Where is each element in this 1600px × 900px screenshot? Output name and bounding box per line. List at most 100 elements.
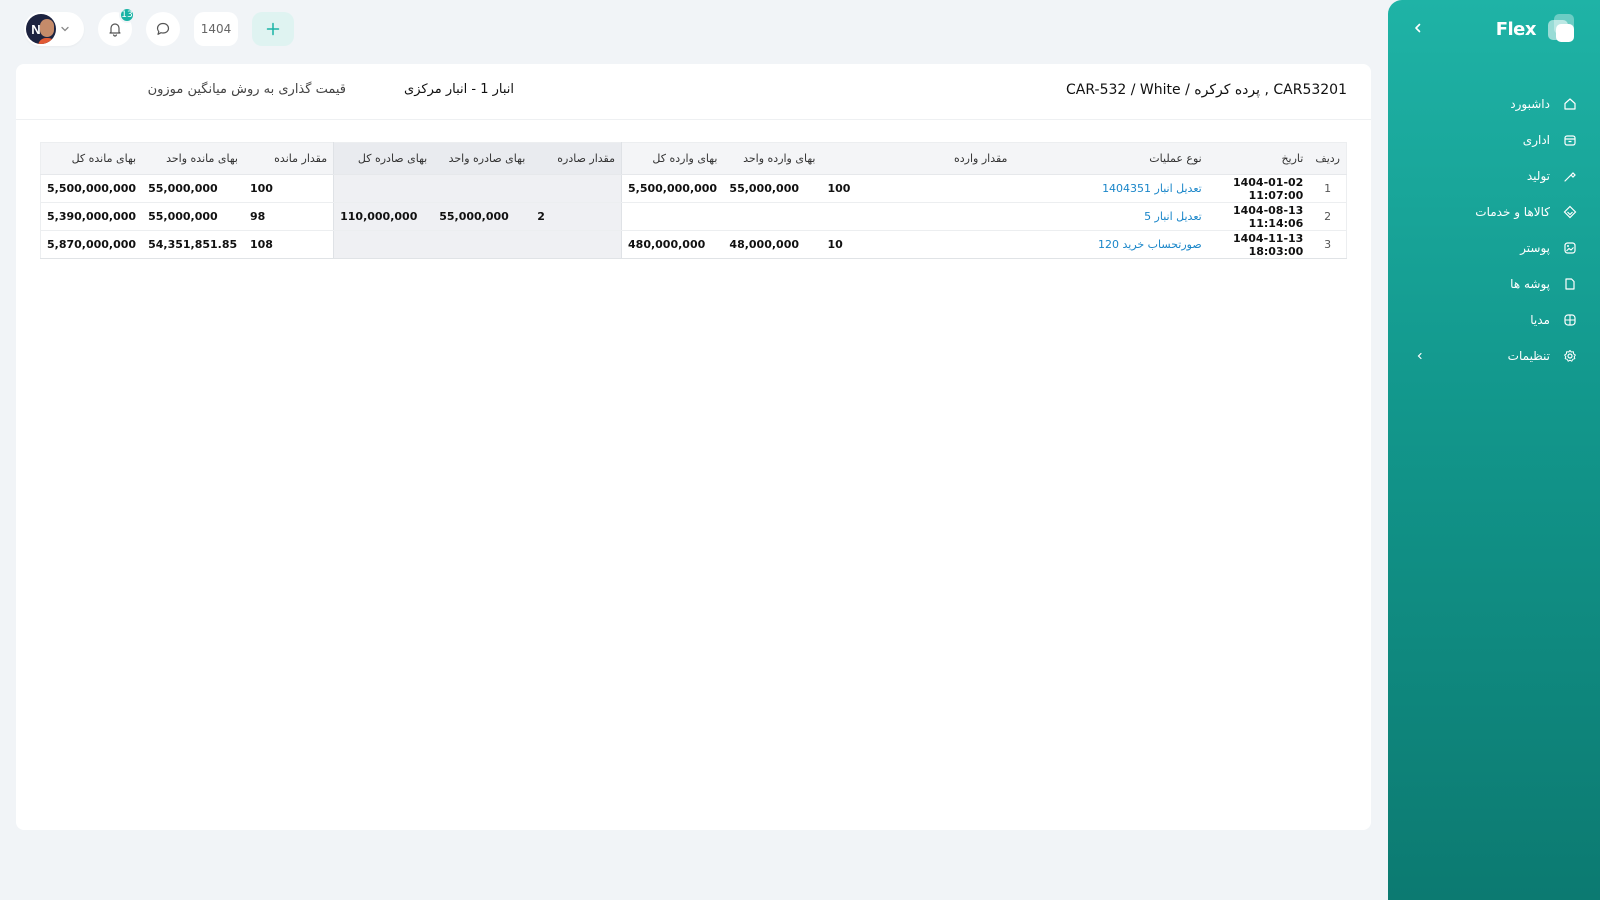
- cell-rem-qty: 100: [243, 174, 334, 203]
- cell-rem-qty: 108: [243, 230, 334, 259]
- column-header-rem-total: بهای مانده کل: [40, 142, 143, 175]
- cell-rem-total: 5,500,000,000: [40, 174, 143, 203]
- table-row: 1 1404-01-02 11:07:00 تعدیل انبار 140435…: [40, 174, 1347, 203]
- sidebar-item-label: تنظیمات: [1507, 349, 1550, 363]
- table-header-row: ردیف تاریخ نوع عملیات مقدار وارده بهای و…: [40, 142, 1347, 175]
- cell-out-qty: 2: [531, 202, 623, 231]
- sidebar-item-media[interactable]: مدیا: [1388, 302, 1600, 338]
- pricing-method-label: قیمت گذاری به روش میانگین موزون: [147, 82, 346, 97]
- folder-icon: [1562, 276, 1578, 292]
- table-row: 2 1404-08-13 11:14:06 تعدیل انبار 5 2 55…: [40, 202, 1347, 231]
- cell-date: 1404-11-13 18:03:00: [1207, 230, 1310, 259]
- cell-operation-link[interactable]: صورتحساب خرید 120: [1013, 230, 1208, 259]
- column-header-in-unit: بهای وارده واحد: [723, 142, 822, 175]
- cell-in-total: 5,500,000,000: [621, 174, 724, 203]
- main-card: CAR53201 , پرده کرکره / CAR-532 / White …: [16, 64, 1371, 830]
- cell-out-qty: [531, 174, 623, 203]
- chat-bubble-icon: [156, 22, 170, 35]
- cell-out-unit: 55,000,000: [433, 202, 532, 231]
- avatar: N: [26, 14, 56, 44]
- cell-in-qty: 10: [821, 230, 1014, 259]
- sidebar-collapse-button[interactable]: [1408, 18, 1428, 38]
- brand-name: Flex: [1495, 18, 1537, 40]
- image-icon: [1562, 240, 1578, 256]
- product-title: CAR53201 , پرده کرکره / CAR-532 / White: [1066, 82, 1347, 98]
- column-header-out-unit: بهای صادره واحد: [433, 142, 532, 175]
- cell-date: 1404-01-02 11:07:00: [1207, 174, 1310, 203]
- chat-button[interactable]: [146, 12, 180, 46]
- column-header-rem-qty: مقدار مانده: [243, 142, 334, 175]
- cell-rem-unit: 54,351,851.85: [142, 230, 244, 259]
- sidebar-item-settings[interactable]: تنظیمات: [1388, 338, 1600, 374]
- sidebar-item-label: مدیا: [1530, 313, 1550, 327]
- home-icon: [1562, 96, 1578, 112]
- sidebar-item-dashboard[interactable]: داشبورد: [1388, 86, 1600, 122]
- cell-index: 3: [1309, 230, 1347, 259]
- sidebar-item-label: داشبورد: [1510, 97, 1550, 111]
- cell-date: 1404-08-13 11:14:06: [1207, 202, 1310, 231]
- sidebar-item-label: پوستر: [1520, 241, 1550, 255]
- plus-icon: [266, 22, 280, 36]
- column-header-rem-unit: بهای مانده واحد: [142, 142, 244, 175]
- tools-icon: [1562, 168, 1578, 184]
- sidebar-item-administrative[interactable]: اداری: [1388, 122, 1600, 158]
- sidebar-item-label: پوشه ها: [1510, 277, 1550, 291]
- layers-icon: [1562, 204, 1578, 220]
- chevron-left-icon: [1414, 350, 1426, 362]
- cell-in-total: [621, 202, 724, 231]
- cell-rem-qty: 98: [243, 202, 334, 231]
- column-header-in-total: بهای وارده کل: [621, 142, 724, 175]
- cell-out-total: [333, 174, 434, 203]
- globe-icon: [1562, 312, 1578, 328]
- column-header-out-qty: مقدار صادره: [531, 142, 623, 175]
- column-header-in-qty: مقدار وارده: [821, 142, 1014, 175]
- inventory-ledger-table: ردیف تاریخ نوع عملیات مقدار وارده بهای و…: [40, 142, 1347, 259]
- column-header-date: تاریخ: [1207, 142, 1310, 175]
- cell-rem-total: 5,870,000,000: [40, 230, 143, 259]
- chevron-left-icon: [1415, 23, 1421, 33]
- cell-in-qty: 100: [821, 174, 1014, 203]
- cell-out-unit: [433, 230, 532, 259]
- sidebar-item-label: کالاها و خدمات: [1475, 205, 1550, 219]
- column-header-out-total: بهای صادره کل: [333, 142, 434, 175]
- chevron-down-icon: [61, 26, 69, 32]
- brand-logo: Flex: [1496, 14, 1576, 44]
- cell-in-unit: [723, 202, 822, 231]
- cell-in-total: 480,000,000: [621, 230, 724, 259]
- cell-index: 1: [1309, 174, 1347, 203]
- sidebar-item-production[interactable]: تولید: [1388, 158, 1600, 194]
- cell-rem-unit: 55,000,000: [142, 174, 244, 203]
- table-row: 3 1404-11-13 18:03:00 صورتحساب خرید 120 …: [40, 230, 1347, 259]
- sidebar-nav: داشبورد اداری تولید کالاها و خدمات پوستر: [1388, 86, 1600, 374]
- cell-rem-total: 5,390,000,000: [40, 202, 143, 231]
- sidebar-item-label: تولید: [1526, 169, 1550, 183]
- cell-out-total: [333, 230, 434, 259]
- notification-count-badge: 13: [119, 7, 135, 23]
- sidebar-item-folders[interactable]: پوشه ها: [1388, 266, 1600, 302]
- cell-out-unit: [433, 174, 532, 203]
- cell-index: 2: [1309, 202, 1347, 231]
- fiscal-year-selector[interactable]: 1404: [194, 12, 238, 46]
- cell-out-qty: [531, 230, 623, 259]
- column-header-operation: نوع عملیات: [1013, 142, 1208, 175]
- add-button[interactable]: [252, 12, 294, 46]
- gear-icon: [1562, 348, 1578, 364]
- sidebar: Flex داشبورد اداری تولید کالاها و خدمات …: [1388, 0, 1600, 900]
- brand-mark-icon: [1546, 14, 1576, 44]
- cell-in-qty: [821, 202, 1014, 231]
- user-menu-button[interactable]: N: [24, 12, 84, 46]
- cell-operation-link[interactable]: تعدیل انبار 1404351: [1013, 174, 1208, 203]
- cell-operation-link[interactable]: تعدیل انبار 5: [1013, 202, 1208, 231]
- cell-out-total: 110,000,000: [333, 202, 434, 231]
- sidebar-item-goods-services[interactable]: کالاها و خدمات: [1388, 194, 1600, 230]
- archive-box-icon: [1562, 132, 1578, 148]
- column-header-index: ردیف: [1309, 142, 1347, 175]
- sidebar-item-poster[interactable]: پوستر: [1388, 230, 1600, 266]
- card-header: CAR53201 , پرده کرکره / CAR-532 / White …: [16, 64, 1371, 120]
- topbar: N 13 1404: [24, 7, 294, 46]
- sidebar-item-label: اداری: [1522, 133, 1550, 147]
- notifications-button[interactable]: 13: [98, 7, 135, 46]
- cell-rem-unit: 55,000,000: [142, 202, 244, 231]
- cell-in-unit: 55,000,000: [723, 174, 822, 203]
- cell-in-unit: 48,000,000: [723, 230, 822, 259]
